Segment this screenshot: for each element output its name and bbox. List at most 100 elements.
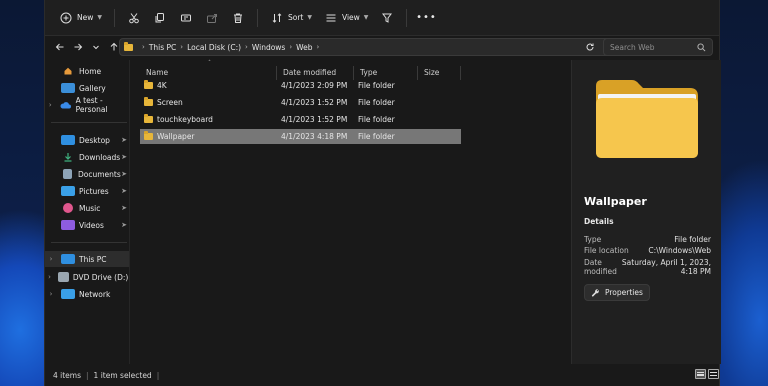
nav-item-this-pc[interactable]: › This PC (45, 251, 129, 267)
view-lines-icon (324, 11, 338, 25)
command-bar: New ▼ Sort ▼ View ▼ ••• (45, 0, 719, 36)
chevron-right-icon[interactable]: › (45, 255, 57, 263)
forward-button[interactable] (69, 38, 87, 56)
nav-item-dvd-drive[interactable]: › DVD Drive (D:) CCC (45, 269, 129, 285)
chevron-down-icon: ▼ (97, 14, 102, 21)
computer-icon (61, 254, 75, 264)
table-row[interactable]: touchkeyboard 4/1/2023 1:52 PM File fold… (140, 112, 461, 127)
cut-button[interactable] (121, 6, 147, 30)
refresh-button[interactable] (581, 38, 599, 56)
pin-icon[interactable]: ➤ (121, 221, 127, 229)
file-name: Wallpaper (157, 132, 195, 141)
nav-item-label: DVD Drive (D:) CCC (72, 272, 129, 282)
file-explorer-window: New ▼ Sort ▼ View ▼ ••• › This PC › Loca… (44, 0, 721, 386)
nav-item-label: Desktop (79, 135, 110, 145)
arrow-up-icon (110, 42, 118, 51)
pin-icon[interactable]: ➤ (121, 153, 127, 161)
view-label: View (341, 13, 360, 22)
table-row[interactable]: Screen 4/1/2023 1:52 PM File folder (140, 95, 461, 110)
rename-icon (179, 11, 193, 25)
new-label: New (77, 13, 94, 22)
navigation-pane: Home Gallery › A test - Personal Desktop… (45, 60, 129, 364)
breadcrumb-web[interactable]: Web (296, 43, 312, 52)
details-pane: Wallpaper Details Type File folder File … (571, 60, 721, 364)
nav-item-label: Downloads (79, 152, 121, 162)
view-button[interactable]: View ▼ (318, 6, 374, 30)
table-row[interactable]: 4K 4/1/2023 2:09 PM File folder (140, 78, 461, 93)
breadcrumb-this-pc[interactable]: This PC (149, 43, 176, 52)
details-view-toggle[interactable] (695, 369, 706, 379)
arrow-right-icon (74, 43, 83, 51)
nav-item-label: Gallery (79, 83, 106, 93)
rename-button[interactable] (173, 6, 199, 30)
pin-icon[interactable]: ➤ (121, 170, 127, 178)
file-list: ˆ Name Date modified Type Size 4K 4/1/20… (129, 60, 571, 364)
type-cell: File folder (358, 98, 395, 107)
nav-item-music[interactable]: Music ➤ (45, 200, 129, 216)
delete-button[interactable] (225, 6, 251, 30)
tiles-view-toggle[interactable] (708, 369, 719, 379)
pictures-icon (61, 186, 75, 196)
breadcrumb-separator: › (180, 43, 184, 51)
nav-item-desktop[interactable]: Desktop ➤ (45, 132, 129, 148)
music-icon (63, 203, 73, 213)
document-icon (63, 169, 72, 179)
filter-button[interactable] (374, 6, 400, 30)
nav-item-onedrive[interactable]: › A test - Personal (45, 96, 129, 114)
nav-divider (51, 122, 127, 123)
table-row-selected[interactable]: Wallpaper 4/1/2023 4:18 PM File folder (140, 129, 461, 144)
properties-button[interactable]: Properties (584, 284, 650, 301)
search-box[interactable]: Search Web (603, 38, 713, 56)
folder-icon (144, 80, 153, 89)
chevron-right-icon[interactable]: › (45, 290, 57, 298)
ellipsis-icon: ••• (416, 12, 437, 23)
details-section-heading: Details (584, 217, 614, 226)
properties-label: Properties (605, 288, 643, 297)
nav-item-downloads[interactable]: Downloads ➤ (45, 149, 129, 165)
nav-item-documents[interactable]: Documents ➤ (45, 166, 129, 182)
detail-date-value-line2: 4:18 PM (680, 267, 711, 276)
detail-date-label-line1: Date (584, 258, 602, 267)
detail-location-label: File location (584, 246, 629, 255)
chevron-right-icon[interactable]: › (45, 273, 54, 281)
address-bar[interactable]: › This PC › Local Disk (C:) › Windows › … (119, 38, 643, 56)
type-cell: File folder (358, 81, 395, 90)
chevron-down-icon: ▼ (307, 14, 312, 21)
share-button[interactable] (199, 6, 225, 30)
file-name: touchkeyboard (157, 115, 213, 124)
sort-button[interactable]: Sort ▼ (264, 6, 318, 30)
breadcrumb-separator: › (316, 43, 320, 51)
detail-type-label: Type (584, 235, 602, 244)
toolbar-divider (256, 8, 258, 27)
home-icon (61, 66, 75, 76)
filter-icon (380, 11, 394, 25)
breadcrumb-separator: › (289, 43, 293, 51)
nav-item-videos[interactable]: Videos ➤ (45, 217, 129, 233)
nav-item-pictures[interactable]: Pictures ➤ (45, 183, 129, 199)
pin-icon[interactable]: ➤ (121, 187, 127, 195)
recent-locations-button[interactable] (87, 38, 105, 56)
copy-icon (153, 11, 167, 25)
breadcrumb-windows[interactable]: Windows (252, 43, 285, 52)
more-button[interactable]: ••• (413, 6, 439, 30)
toolbar-divider (406, 8, 408, 27)
chevron-right-icon[interactable]: › (45, 101, 55, 109)
file-name: 4K (157, 81, 167, 90)
back-button[interactable] (51, 38, 69, 56)
search-placeholder: Search Web (610, 42, 655, 52)
pin-icon[interactable]: ➤ (121, 204, 127, 212)
refresh-icon (586, 43, 594, 51)
copy-button[interactable] (147, 6, 173, 30)
status-bar: 4 items | 1 item selected | (45, 364, 719, 386)
breadcrumb-local-disk[interactable]: Local Disk (C:) (187, 43, 241, 52)
breadcrumb-separator: › (245, 43, 248, 51)
date-cell: 4/1/2023 2:09 PM (281, 81, 348, 90)
nav-item-network[interactable]: › Network (45, 286, 129, 302)
file-name: Screen (157, 98, 183, 107)
pin-icon[interactable]: ➤ (121, 136, 127, 144)
chevron-down-icon: ▼ (363, 14, 369, 21)
network-icon (61, 289, 75, 299)
new-button[interactable]: New ▼ (53, 6, 108, 30)
nav-item-home[interactable]: Home (45, 63, 129, 79)
nav-item-gallery[interactable]: Gallery (45, 80, 129, 96)
